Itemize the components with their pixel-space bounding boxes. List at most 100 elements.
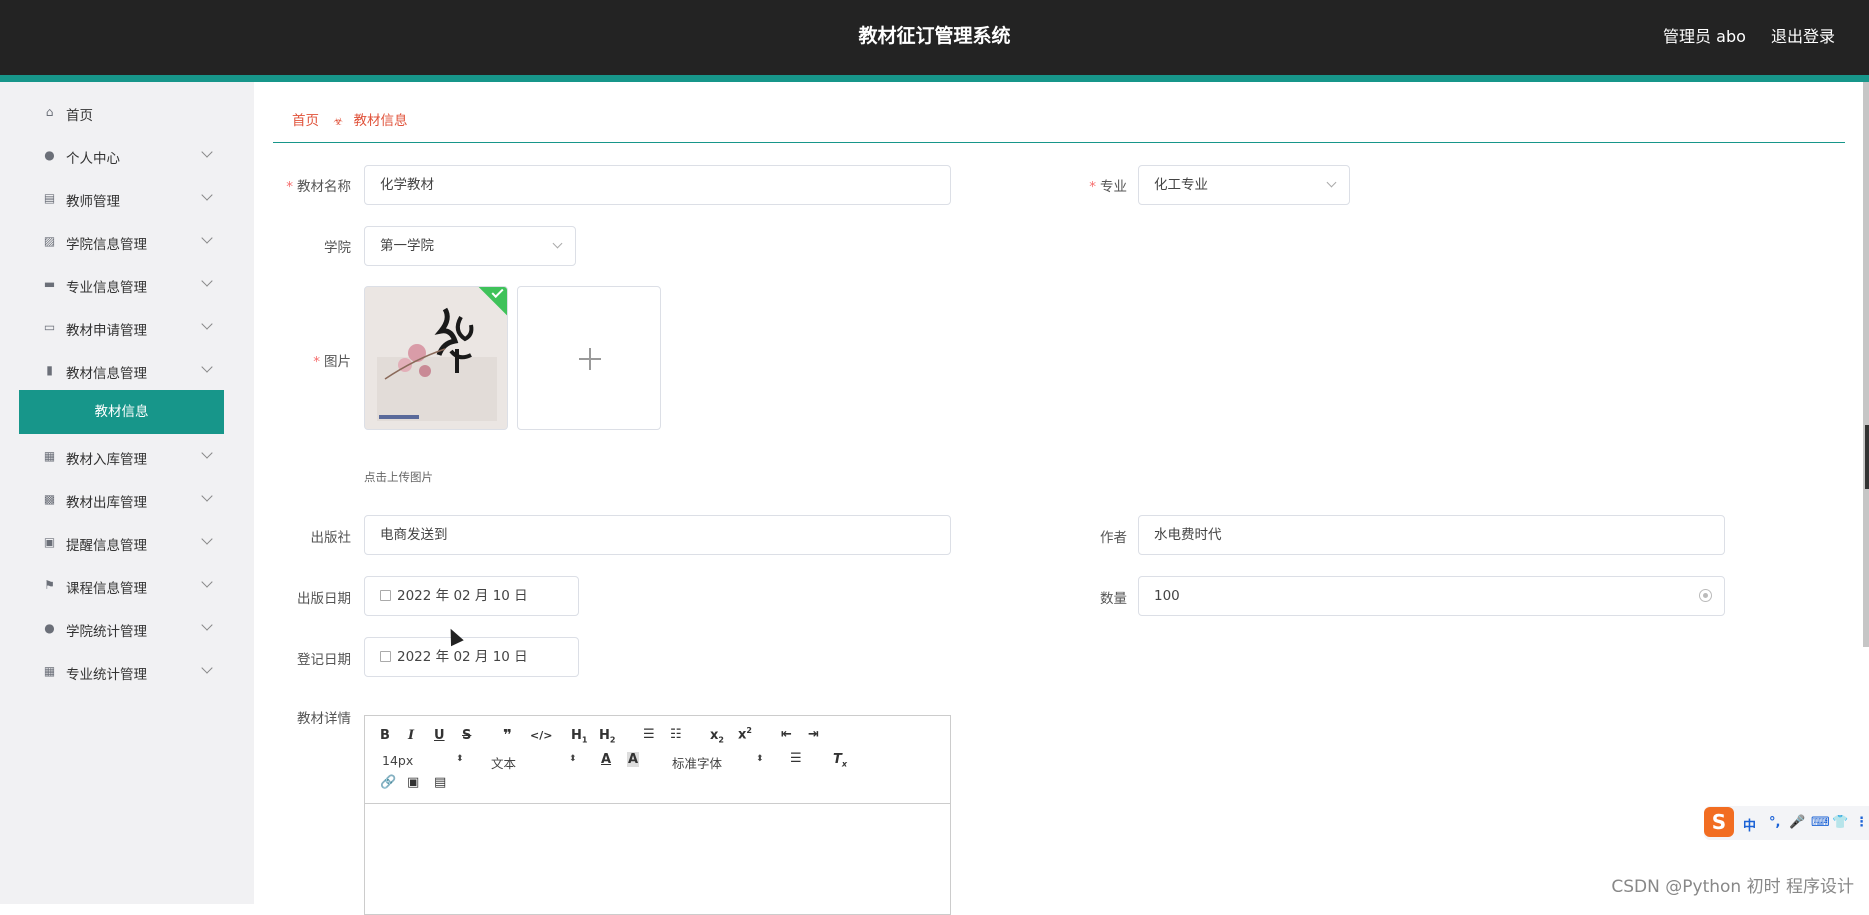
bookmark-icon: ▬ — [43, 277, 56, 291]
ime-more-icon[interactable]: ⋮ — [1855, 815, 1868, 830]
uploaded-image-thumbnail[interactable] — [364, 286, 508, 430]
college-label: 学院 — [324, 240, 351, 256]
code-icon[interactable]: </> — [530, 729, 552, 742]
outdent-icon[interactable]: ⇤ — [781, 727, 792, 742]
underline-icon[interactable]: U — [434, 728, 445, 743]
sidebar-item-label: 教材申请管理 — [66, 323, 147, 339]
regdate-label: 登记日期 — [297, 652, 351, 668]
clipboard-icon: ▤ — [43, 191, 56, 205]
author-input[interactable]: 水电费时代 — [1138, 515, 1725, 555]
scrollbar[interactable] — [1863, 82, 1869, 647]
chevron-down-icon — [1326, 177, 1337, 188]
briefcase-icon: ▣ — [43, 535, 56, 549]
pubdate-label: 出版日期 — [297, 591, 351, 607]
chevron-down-icon — [201, 275, 213, 287]
chevron-down-icon — [201, 662, 213, 674]
blockquote-icon[interactable]: ❞ — [503, 726, 512, 744]
major-label: * 专业 — [1089, 179, 1127, 195]
quantity-input[interactable]: 100 — [1138, 576, 1725, 616]
sidebar-item-label: 首页 — [66, 108, 93, 124]
subscript-icon[interactable]: x2 — [710, 728, 724, 745]
breadcrumb-divider — [273, 142, 1845, 143]
scrollbar-handle[interactable] — [1865, 425, 1869, 489]
flag-icon: ⚑ — [44, 578, 55, 592]
heading2-icon[interactable]: H2 — [599, 728, 615, 745]
image-label: * 图片 — [313, 354, 351, 370]
name-input[interactable]: 化学教材 — [364, 165, 951, 205]
font-color-icon[interactable]: A — [601, 752, 611, 767]
ime-skin-icon[interactable]: 👕 — [1832, 815, 1848, 830]
sidebar-item-3[interactable]: ▨ 学院信息管理 — [0, 221, 254, 264]
sidebar-item-4[interactable]: ▬ 专业信息管理 — [0, 264, 254, 307]
sidebar-item-1[interactable]: ● 个人中心 — [0, 135, 254, 178]
image-icon[interactable]: ▣ — [407, 775, 419, 790]
logout-link[interactable]: 退出登录 — [1771, 27, 1835, 46]
sidebar-item-label: 专业统计管理 — [66, 667, 147, 683]
sidebar-item-6[interactable]: ▮ 教材信息管理 — [0, 350, 254, 393]
breadcrumb-separator-icon: ☣ — [333, 115, 344, 128]
sidebar-item-label: 教材出库管理 — [66, 495, 147, 511]
font-size-select[interactable]: 14px ⬍ — [382, 753, 464, 768]
sidebar-item-10[interactable]: ⚑ 课程信息管理 — [0, 565, 254, 608]
sidebar-item-label: 专业信息管理 — [66, 280, 147, 296]
image-upload-button[interactable] — [517, 286, 661, 430]
pubdate-picker[interactable]: 2022 年 02 月 10 日 — [364, 576, 579, 616]
superscript-icon[interactable]: x2 — [738, 726, 752, 742]
background-color-icon[interactable]: A — [627, 752, 640, 767]
chevron-down-icon — [201, 318, 213, 330]
breadcrumb-home[interactable]: 首页 — [292, 113, 319, 129]
rich-text-editor[interactable]: B I U S ❞ </> H1 H2 ☰ ☷ x2 x2 ⇤ ⇥ 14px ⬍ … — [364, 715, 951, 915]
sidebar-item-8[interactable]: ▩ 教材出库管理 — [0, 479, 254, 522]
sidebar-subitem-textbook-info[interactable]: 教材信息 — [19, 390, 224, 434]
paragraph-select[interactable]: 文本 ⬍ — [491, 753, 577, 772]
apps-icon: ▩ — [43, 492, 56, 506]
video-icon[interactable]: ▤ — [434, 775, 446, 790]
editor-toolbar: B I U S ❞ </> H1 H2 ☰ ☷ x2 x2 ⇤ ⇥ 14px ⬍ … — [365, 716, 950, 804]
bold-icon[interactable]: B — [380, 728, 390, 743]
sogou-logo-icon[interactable]: S — [1704, 807, 1734, 837]
align-icon[interactable]: ☰ — [790, 751, 802, 766]
breadcrumb: 首页 ☣ 教材信息 — [292, 109, 407, 129]
college-select[interactable]: 第一学院 — [364, 226, 576, 266]
book-cover-image — [365, 287, 507, 429]
publisher-label: 出版社 — [310, 530, 352, 546]
user-area: 管理员 abo 退出登录 — [1643, 0, 1835, 75]
author-label: 作者 — [1100, 530, 1127, 546]
strikethrough-icon[interactable]: S — [462, 728, 471, 743]
sidebar-item-label: 教材信息管理 — [66, 366, 147, 382]
detail-label: 教材详情 — [297, 711, 351, 727]
grid-icon: ▦ — [43, 664, 56, 678]
ime-punctuation-icon[interactable]: °, — [1769, 815, 1780, 830]
indent-icon[interactable]: ⇥ — [808, 727, 819, 742]
chevron-down-icon — [552, 238, 563, 249]
major-select[interactable]: 化工专业 — [1138, 165, 1350, 205]
ime-chinese-icon[interactable]: 中 — [1743, 815, 1756, 834]
clear-icon[interactable] — [1699, 589, 1712, 602]
watermark-credit: CSDN @Python 初时 程序设计 — [1611, 877, 1854, 897]
updown-icon: ⬍ — [569, 754, 577, 764]
sidebar-item-2[interactable]: ▤ 教师管理 — [0, 178, 254, 221]
heading1-icon[interactable]: H1 — [571, 728, 587, 745]
font-family-select[interactable]: 标准字体 ⬍ — [672, 753, 767, 772]
quantity-label: 数量 — [1100, 591, 1127, 607]
link-icon[interactable]: 🔗 — [380, 775, 396, 790]
sidebar-item-5[interactable]: ▭ 教材申请管理 — [0, 307, 254, 350]
ime-keyboard-icon[interactable]: ⌨ — [1811, 815, 1830, 830]
clear-format-icon[interactable]: Tx — [833, 752, 847, 769]
sidebar-item-label: 课程信息管理 — [66, 581, 147, 597]
sidebar-item-12[interactable]: ▦ 专业统计管理 — [0, 651, 254, 694]
chevron-down-icon — [201, 533, 213, 545]
ordered-list-icon[interactable]: ☰ — [643, 727, 655, 742]
chevron-down-icon — [201, 576, 213, 588]
regdate-picker[interactable]: 2022 年 02 月 10 日 — [364, 637, 579, 677]
sidebar-item-9[interactable]: ▣ 提醒信息管理 — [0, 522, 254, 565]
user-icon: ● — [44, 148, 55, 162]
ime-microphone-icon[interactable]: 🎤 — [1789, 815, 1805, 830]
bullet-list-icon[interactable]: ☷ — [670, 727, 682, 742]
current-user: 管理员 abo — [1663, 27, 1746, 46]
sidebar-item-11[interactable]: ● 学院统计管理 — [0, 608, 254, 651]
sidebar-item-0[interactable]: ⌂ 首页 — [0, 92, 254, 135]
publisher-input[interactable]: 电商发送到 — [364, 515, 951, 555]
italic-icon[interactable]: I — [408, 728, 414, 743]
sidebar-item-7[interactable]: ▦ 教材入库管理 — [0, 436, 254, 479]
